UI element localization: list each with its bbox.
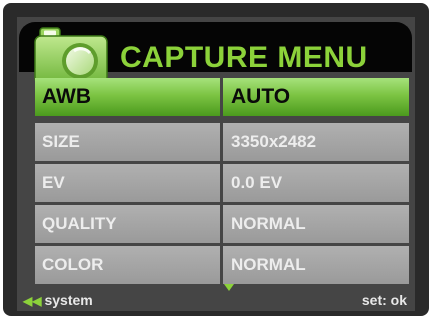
menu-row-quality[interactable]: QUALITY NORMAL bbox=[35, 205, 409, 243]
menu-row-label: EV bbox=[35, 164, 220, 202]
menu-row-label: AWB bbox=[35, 78, 220, 116]
menu-row-label: SIZE bbox=[35, 123, 220, 161]
menu-row-label: QUALITY bbox=[35, 205, 220, 243]
menu-row-value: NORMAL bbox=[223, 246, 409, 284]
menu-row-ev[interactable]: EV 0.0 EV bbox=[35, 164, 409, 202]
set-ok-hint: set: ok bbox=[361, 292, 407, 308]
double-left-arrow-icon: ◀◀ bbox=[23, 294, 42, 308]
menu-footer: ◀◀ system set: ok bbox=[17, 284, 415, 312]
menu-row-color[interactable]: COLOR NORMAL bbox=[35, 246, 409, 284]
menu-row-awb[interactable]: AWB AUTO bbox=[35, 78, 409, 116]
menu-row-value: 0.0 EV bbox=[223, 164, 409, 202]
menu-row-value: 3350x2482 bbox=[223, 123, 409, 161]
menu-row-value: AUTO bbox=[223, 78, 409, 116]
camera-icon bbox=[34, 27, 108, 85]
menu-title: CAPTURE MENU bbox=[120, 41, 368, 74]
menu-row-value: NORMAL bbox=[223, 205, 409, 243]
down-arrow-icon bbox=[224, 284, 234, 291]
menu-row-size[interactable]: SIZE 3350x2482 bbox=[35, 123, 409, 161]
back-to-system-button[interactable]: ◀◀ system bbox=[23, 292, 93, 308]
back-label: system bbox=[44, 292, 93, 308]
menu-row-label: COLOR bbox=[35, 246, 220, 284]
